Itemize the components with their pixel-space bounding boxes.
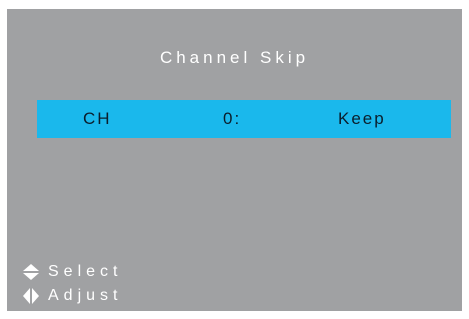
channel-label: CH [83,109,112,128]
left-right-arrows-icon [23,288,39,304]
adjust-hint: Adjust [22,286,122,306]
select-hint: Select [22,262,122,282]
osd-menu-screen: Channel Skip CH 0: Keep Select Adjust [7,9,462,311]
skip-value[interactable]: Keep [338,109,386,129]
channel-number: 0: [223,109,242,128]
select-hint-label: Select [48,263,123,280]
channel-skip-row[interactable]: CH 0: Keep [37,100,451,138]
adjust-hint-label: Adjust [48,287,123,304]
up-down-arrows-icon [23,264,39,280]
menu-title: Channel Skip [159,48,310,67]
